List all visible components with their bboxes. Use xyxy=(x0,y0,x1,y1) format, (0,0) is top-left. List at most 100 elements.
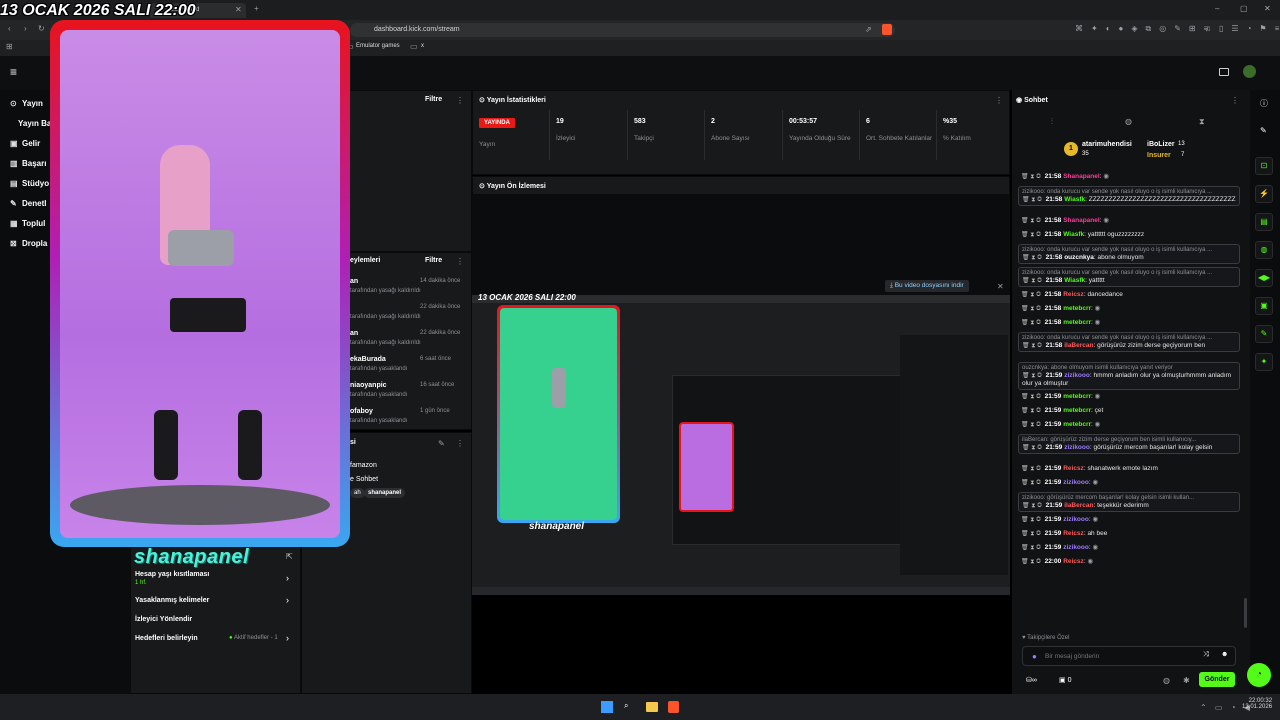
message-username[interactable]: zizikooo xyxy=(1063,479,1089,486)
message-username[interactable]: Wiasfk xyxy=(1064,277,1085,284)
message-username[interactable]: metebcrr xyxy=(1063,407,1091,414)
mod-actions-icon[interactable]: 🗑 ⧗ ◎ xyxy=(1021,466,1043,472)
extension-icons[interactable]: ⌘✦◐●◈⧉◎✎⊞≡ xyxy=(1075,24,1216,34)
mod-actions-icon[interactable]: 🗑 ⧗ ◎ xyxy=(1022,255,1044,261)
message-username[interactable]: Reicsz xyxy=(1063,530,1084,537)
filter-actions-button[interactable]: Filtre xyxy=(425,257,442,264)
gear-icon[interactable]: ✱ xyxy=(1183,676,1190,685)
setting-account-age[interactable]: Hesap yaşı kısıtlaması xyxy=(135,571,209,578)
search-icon[interactable]: ⌕ xyxy=(624,701,628,711)
action-user[interactable]: an xyxy=(350,278,358,285)
chevron-right-icon[interactable]: › xyxy=(286,633,289,643)
chat-bubble-icon[interactable]: ◍ xyxy=(1125,117,1132,126)
windows-start-icon[interactable] xyxy=(601,701,613,713)
message-username[interactable]: zizikooo xyxy=(1064,372,1090,379)
browser-menu-icons[interactable]: ♫▯☰◔⚑≡ xyxy=(1205,24,1280,33)
back-icon[interactable]: ‹ xyxy=(8,24,11,33)
info-icon[interactable]: ⓘ xyxy=(1260,98,1268,109)
message-username[interactable]: Shanapanel xyxy=(1063,217,1099,224)
chat-message[interactable]: 🗑 ⧗ ◎ 21:59 metebcrr: ◉ xyxy=(1018,420,1240,430)
pencil-icon[interactable]: ✎ xyxy=(1260,126,1267,135)
emoji-icon[interactable]: ☻ xyxy=(1221,651,1228,658)
chat-message[interactable]: 🗑 ⧗ ◎ 21:58 metebcrr: ◉ xyxy=(1018,304,1240,314)
chat-message[interactable]: zizikooo: onda kurucu var sende yok nası… xyxy=(1018,186,1240,206)
top-user-1[interactable]: atarimuhendisi xyxy=(1082,141,1132,148)
maximize-icon[interactable]: ▢ xyxy=(1240,4,1248,13)
tool-button-media[interactable]: ▣ xyxy=(1255,297,1273,315)
nav-item-revenue[interactable]: ▣ Gelir xyxy=(10,139,40,148)
mod-actions-icon[interactable]: 🗑 ⧗ ◎ xyxy=(1022,343,1044,349)
download-video-hint[interactable]: ⤓ Bu video dosyasını indir xyxy=(885,280,969,292)
mod-actions-icon[interactable]: 🗑 ⧗ ◎ xyxy=(1022,278,1044,284)
chat-message[interactable]: zizikooo: onda kurucu var sende yok nası… xyxy=(1018,332,1240,352)
more-icon[interactable]: ⋮ xyxy=(456,257,464,266)
more-icon[interactable]: ⋮ xyxy=(1231,96,1239,105)
mod-actions-icon[interactable]: 🗑 ⧗ ◎ xyxy=(1021,517,1043,523)
chat-message[interactable]: ouzcnkya: abone olmuyom isimli kullanıcı… xyxy=(1018,362,1240,390)
mod-actions-icon[interactable]: 🗑 ⧗ ◎ xyxy=(1021,545,1043,551)
mod-actions-icon[interactable]: 🗑 ⧗ ◎ xyxy=(1021,531,1043,537)
video-overlay[interactable] xyxy=(60,30,340,538)
chat-input-box[interactable]: ● ⤨ ☻ xyxy=(1022,646,1236,666)
bookmark-x[interactable]: x xyxy=(421,43,424,49)
dismiss-icon[interactable]: ✕ xyxy=(997,282,1004,291)
tool-button-audio[interactable]: ◀▶ xyxy=(1255,269,1273,287)
mod-actions-icon[interactable]: 🗑 ⧗ ◎ xyxy=(1021,306,1043,312)
chat-message[interactable]: zizikooo: görüşürüz mercom başarılar! ko… xyxy=(1018,492,1240,512)
chevron-right-icon[interactable]: › xyxy=(286,595,289,605)
message-username[interactable]: metebcrr xyxy=(1063,319,1091,326)
filter-button[interactable]: Filtre xyxy=(425,96,442,103)
mod-actions-icon[interactable]: 🗑 ⧗ ◎ xyxy=(1021,559,1043,565)
nav-item-community[interactable]: ▦ Toplul xyxy=(10,219,45,228)
message-username[interactable]: Wiasfk xyxy=(1063,231,1084,238)
chat-message[interactable]: 🗑 ⧗ ◎ 21:59 metebcrr: çet xyxy=(1018,406,1240,416)
brave-browser-icon[interactable] xyxy=(668,701,679,713)
action-user[interactable]: ofaboy xyxy=(350,408,373,415)
setting-goals[interactable]: Hedefleri belirleyin xyxy=(135,635,198,642)
studio-icon[interactable] xyxy=(1219,68,1229,76)
chat-message[interactable]: 🗑 ⧗ ◎ 21:58 Shanapanel: ◉ xyxy=(1018,216,1240,226)
nav-item-moderation[interactable]: ✎ Denetl xyxy=(10,199,46,208)
mod-actions-icon[interactable]: 🗑 ⧗ ◎ xyxy=(1021,408,1043,414)
chat-message[interactable]: 🗑 ⧗ ◎ 21:59 zizikooo: ◉ xyxy=(1018,478,1240,488)
chat-message[interactable]: 🗑 ⧗ ◎ 21:58 Shanapanel: ◉ xyxy=(1018,172,1240,182)
tool-button-wrench[interactable]: ✎ xyxy=(1255,325,1273,343)
more-icon[interactable]: ⋮ xyxy=(995,96,1003,105)
nav-item-achievements[interactable]: ▥ Başarı xyxy=(10,159,46,168)
chat-message[interactable]: 🗑 ⧗ ◎ 21:59 zizikooo: ◉ xyxy=(1018,543,1240,553)
chevron-right-icon[interactable]: › xyxy=(286,573,289,583)
close-tab-icon[interactable]: ✕ xyxy=(235,5,242,14)
emote-shortcut-icon[interactable]: ⤨ xyxy=(1203,651,1209,659)
chat-input[interactable] xyxy=(1045,650,1195,663)
share-icon[interactable]: ⇗ xyxy=(865,25,872,34)
hourglass-icon[interactable]: ⧗ xyxy=(1199,117,1205,127)
bookmark-emulator[interactable]: Emulator games xyxy=(356,43,400,49)
message-username[interactable]: ouzcnkya xyxy=(1064,254,1094,261)
top-user-3[interactable]: Insurer xyxy=(1147,152,1171,159)
message-username[interactable]: zizikooo xyxy=(1063,544,1089,551)
tool-button-extension[interactable]: ✦ xyxy=(1255,353,1273,371)
chat-message[interactable]: 🗑 ⧗ ◎ 21:58 Reicsz: dancedance xyxy=(1018,290,1240,300)
more-icon[interactable]: ⋮ xyxy=(456,439,464,448)
nav-item-drops[interactable]: ⊠ Dropla xyxy=(10,239,47,248)
chat-bubble-icon[interactable]: ◍ xyxy=(1163,676,1170,685)
message-username[interactable]: zizikooo xyxy=(1063,516,1089,523)
mod-actions-icon[interactable]: 🗑 ⧗ ◎ xyxy=(1021,422,1043,428)
brave-shield-icon[interactable] xyxy=(882,24,892,35)
message-username[interactable]: zizikooo xyxy=(1064,444,1090,451)
reload-icon[interactable]: ↻ xyxy=(38,24,45,33)
mod-actions-icon[interactable]: 🗑 ⧗ ◎ xyxy=(1022,445,1044,451)
chat-message[interactable]: 🗑 ⧗ ◎ 21:59 Reicsz: shanatwerk emote lazı… xyxy=(1018,464,1240,474)
chat-message[interactable]: 🗑 ⧗ ◎ 21:58 Wiasfk: yatttttt oguzzzzzzzz xyxy=(1018,230,1240,240)
mod-actions-icon[interactable]: 🗑 ⧗ ◎ xyxy=(1021,232,1043,238)
window-close-icon[interactable]: ✕ xyxy=(1264,4,1271,13)
minimize-icon[interactable]: – xyxy=(1215,4,1219,13)
help-chat-button[interactable]: ◔ xyxy=(1247,663,1271,687)
chat-message[interactable]: 🗑 ⧗ ◎ 22:00 Reicsz: ◉ xyxy=(1018,557,1240,567)
filter-icon[interactable]: ⫶ xyxy=(1051,117,1053,127)
url-input[interactable]: dashboard.kick.com/stream xyxy=(350,23,895,37)
message-username[interactable]: ilaBercan xyxy=(1064,342,1093,349)
chip[interactable]: ah xyxy=(350,488,365,498)
more-icon[interactable]: ⋮ xyxy=(456,96,464,105)
chat-message[interactable]: zizikooo: onda kurucu var sende yok nası… xyxy=(1018,267,1240,287)
